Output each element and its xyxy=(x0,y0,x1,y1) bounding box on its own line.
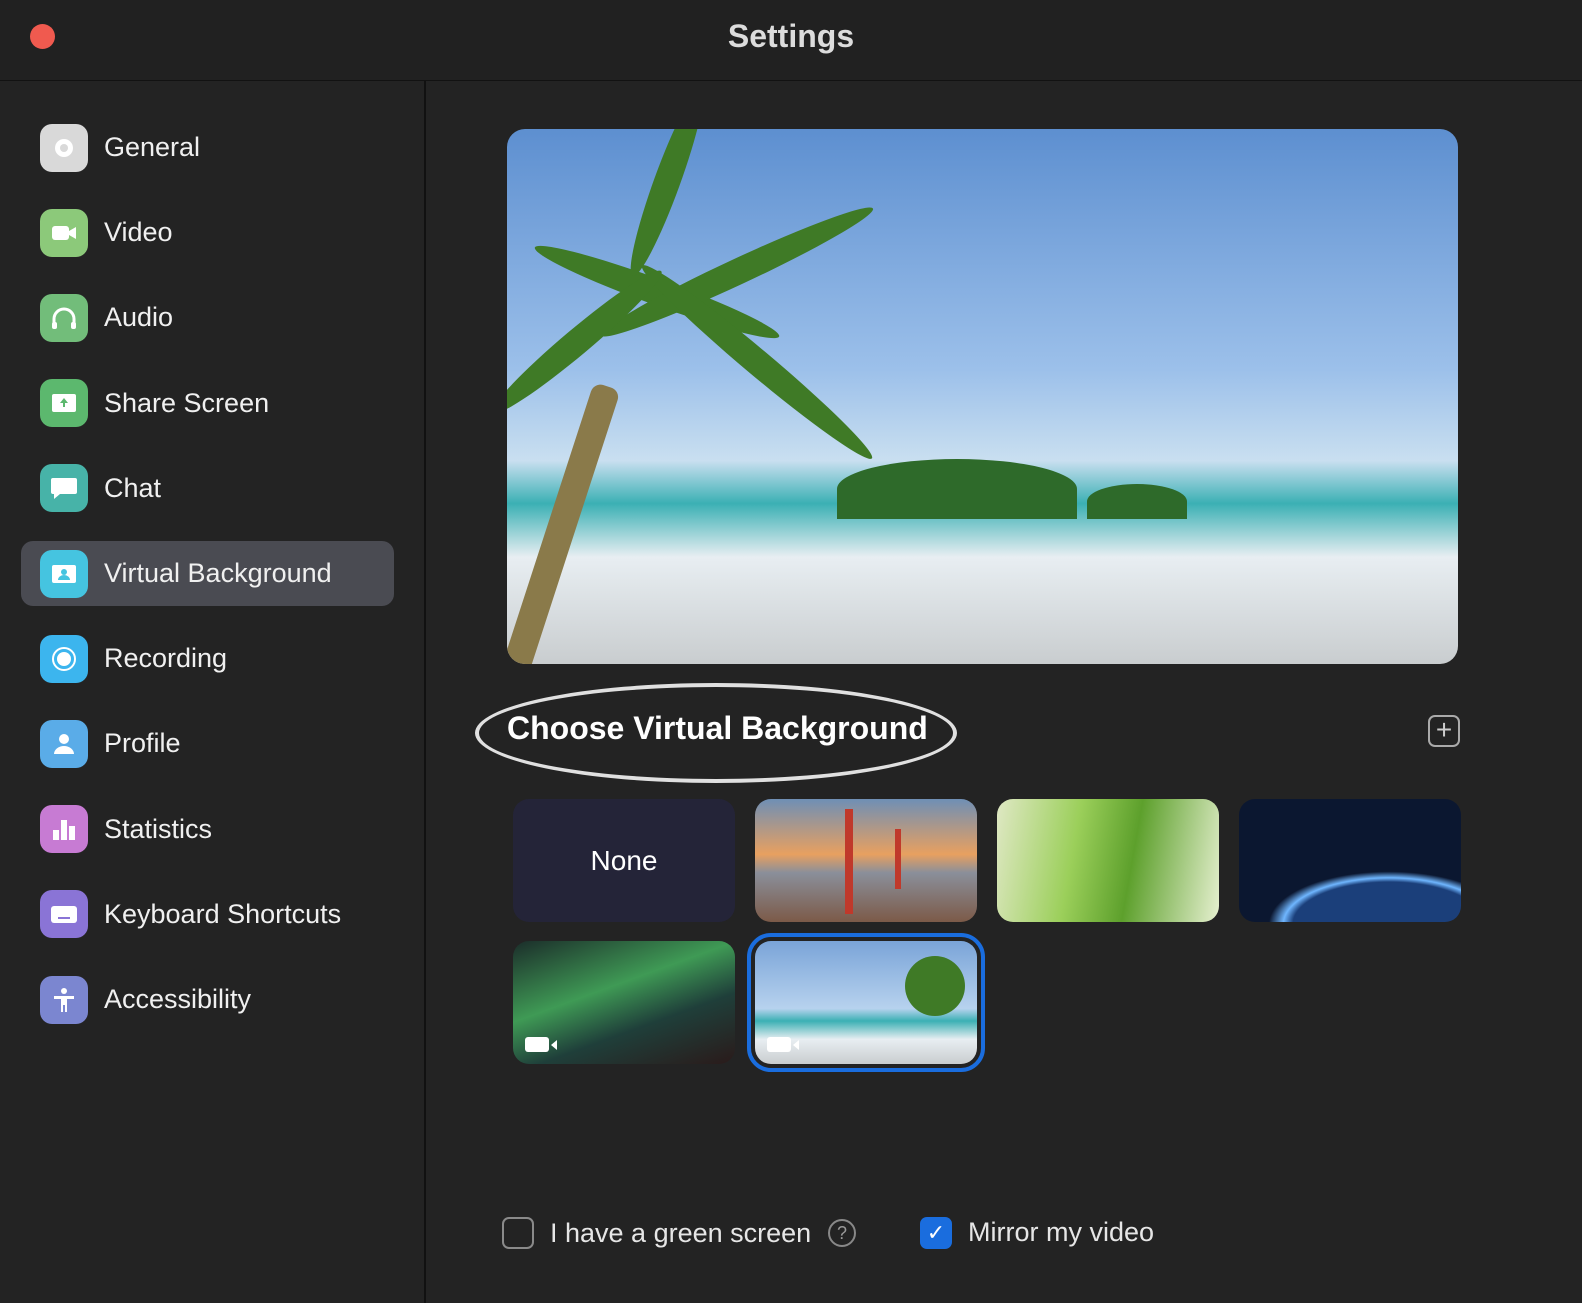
window-title: Settings xyxy=(727,18,855,54)
sidebar-item-label: Statistics xyxy=(104,813,213,844)
sidebar-item-profile[interactable]: Profile xyxy=(21,711,394,776)
sidebar-item-label: Recording xyxy=(104,643,228,674)
sidebar-item-chat[interactable]: Chat xyxy=(21,456,394,521)
headphones-icon xyxy=(40,293,88,342)
island-shape xyxy=(1087,484,1187,519)
sidebar-item-label: Video xyxy=(104,217,173,248)
statistics-icon xyxy=(40,805,88,854)
green-screen-checkbox[interactable] xyxy=(502,1217,534,1249)
green-screen-label: I have a green screen xyxy=(550,1218,812,1248)
sidebar-item-keyboard-shortcuts[interactable]: Keyboard Shortcuts xyxy=(21,882,394,947)
sidebar-item-label: Profile xyxy=(104,728,181,759)
record-icon xyxy=(40,634,88,683)
sidebar-item-label: Virtual Background xyxy=(104,558,332,588)
video-camera-icon xyxy=(40,208,88,257)
share-screen-icon xyxy=(40,379,88,428)
background-grass[interactable] xyxy=(997,799,1219,922)
sidebar-item-statistics[interactable]: Statistics xyxy=(21,797,394,862)
gear-icon xyxy=(40,123,88,172)
background-beach-selected[interactable] xyxy=(747,933,985,1072)
keyboard-icon xyxy=(40,890,88,939)
section-heading: Choose Virtual Background xyxy=(507,710,928,746)
title-bar: Settings xyxy=(0,0,1582,81)
background-earth[interactable] xyxy=(1239,799,1461,922)
bridge-tower xyxy=(845,809,853,914)
virtual-background-icon xyxy=(40,549,88,598)
sidebar-item-share-screen[interactable]: Share Screen xyxy=(21,371,394,436)
accessibility-icon xyxy=(40,975,88,1024)
palm-frond xyxy=(620,129,714,281)
sidebar-item-virtual-background[interactable]: Virtual Background xyxy=(21,541,394,606)
background-golden-gate[interactable] xyxy=(755,799,977,922)
profile-icon xyxy=(40,719,88,768)
video-camera-icon xyxy=(767,1037,799,1052)
sidebar-item-label: Accessibility xyxy=(104,984,252,1014)
chat-bubble-icon xyxy=(40,464,88,513)
palm-trunk xyxy=(507,382,621,664)
sidebar-item-accessibility[interactable]: Accessibility xyxy=(21,967,394,1032)
add-background-button[interactable]: + xyxy=(1428,715,1460,747)
help-icon[interactable]: ? xyxy=(828,1219,856,1247)
sidebar-item-audio[interactable]: Audio xyxy=(21,285,394,350)
palm-frond xyxy=(633,255,881,469)
background-none[interactable]: None xyxy=(513,799,735,922)
sidebar-item-label: Keyboard Shortcuts xyxy=(104,898,342,929)
sidebar-item-label: Share Screen xyxy=(104,387,270,418)
background-preview xyxy=(507,129,1458,664)
video-camera-icon xyxy=(525,1037,557,1052)
mirror-video-label: Mirror my video xyxy=(968,1217,1155,1247)
bridge-tower xyxy=(895,829,901,889)
mirror-video-checkbox[interactable]: ✓ xyxy=(920,1217,952,1249)
sidebar-item-label: Chat xyxy=(104,472,162,503)
island-shape xyxy=(837,459,1077,519)
sidebar-item-general[interactable]: General xyxy=(21,115,394,180)
sidebar-item-label: General xyxy=(104,132,201,162)
sidebar: General Video Audio Share Screen Chat Virtual… xyxy=(0,81,426,1303)
palm-shape xyxy=(905,956,965,1016)
background-aurora[interactable] xyxy=(513,941,735,1064)
none-label: None xyxy=(590,844,658,876)
sidebar-item-video[interactable]: Video xyxy=(21,200,394,265)
sidebar-item-label: Audio xyxy=(104,302,174,333)
sidebar-item-recording[interactable]: Recording xyxy=(21,626,394,691)
